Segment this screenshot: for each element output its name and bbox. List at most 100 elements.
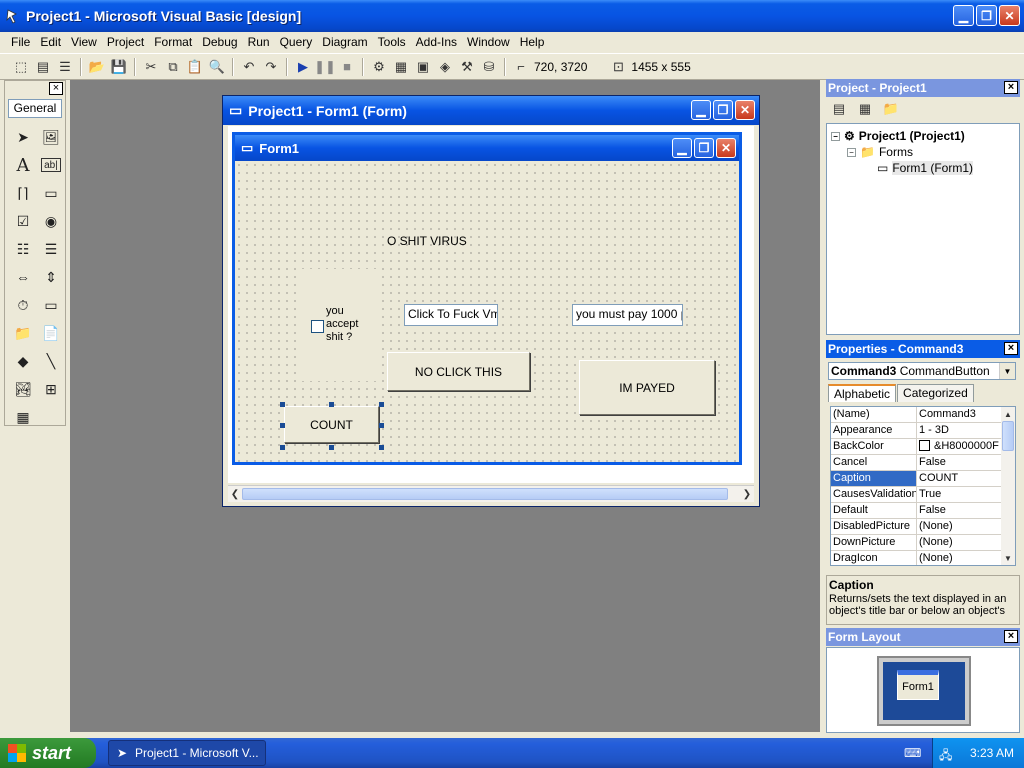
resize-handle[interactable] xyxy=(329,402,334,407)
menu-query[interactable]: Query xyxy=(275,35,318,49)
menu-window[interactable]: Window xyxy=(462,35,515,49)
project-explorer-icon[interactable]: ⚙ xyxy=(368,56,390,78)
scroll-down-icon[interactable]: ▼ xyxy=(1001,551,1015,565)
menu-tools[interactable]: Tools xyxy=(373,35,411,49)
object-selector[interactable]: Command3 CommandButton ▼ xyxy=(828,362,1016,380)
tree-project-node[interactable]: − ⚙ Project1 (Project1) xyxy=(831,128,1015,144)
undo-icon[interactable]: ↶ xyxy=(238,56,260,78)
open-project-icon[interactable]: 📂 xyxy=(86,56,108,78)
checkbox-container[interactable]: you accept shit ? xyxy=(302,269,378,381)
property-grid-scrollbar[interactable]: ▲ ▼ xyxy=(1001,407,1015,565)
find-icon[interactable]: 🔍 xyxy=(206,56,228,78)
add-project-icon[interactable]: ⬚ xyxy=(10,56,32,78)
property-row[interactable]: BackColor &H8000000F xyxy=(831,439,1015,455)
clock[interactable]: 3:23 AM xyxy=(970,746,1014,760)
tab-categorized[interactable]: Categorized xyxy=(897,384,974,402)
menu-debug[interactable]: Debug xyxy=(197,35,242,49)
menu-file[interactable]: File xyxy=(6,35,35,49)
designer-minimize-button[interactable]: ▁ xyxy=(691,100,711,120)
designer-close-button[interactable]: ✕ xyxy=(735,100,755,120)
form1-title-bar[interactable]: ▭ Form1 xyxy=(235,135,739,161)
resize-handle[interactable] xyxy=(379,445,384,450)
minimize-button[interactable]: ▁ xyxy=(953,5,974,26)
form-layout-close-button[interactable]: × xyxy=(1004,630,1018,643)
collapse-icon[interactable]: − xyxy=(831,131,840,141)
tree-forms-node[interactable]: − 📁 Forms xyxy=(831,144,1015,160)
virus-label[interactable]: O SHIT VIRUS xyxy=(387,234,467,248)
hscrollbar-tool-icon[interactable]: ⇔ xyxy=(9,263,37,291)
resize-handle[interactable] xyxy=(379,402,384,407)
scroll-up-icon[interactable]: ▲ xyxy=(1001,407,1015,421)
start-icon[interactable]: ▶ xyxy=(292,56,314,78)
form-layout-icon[interactable]: ▣ xyxy=(412,56,434,78)
property-row[interactable]: Default False xyxy=(831,503,1015,519)
shape-tool-icon[interactable]: ◆ xyxy=(9,347,37,375)
click-textbox[interactable]: Click To Fuck Vm xyxy=(404,304,498,326)
form-layout-panel-title[interactable]: Form Layout × xyxy=(826,628,1020,646)
timer-tool-icon[interactable]: ⏱ xyxy=(9,291,37,319)
form-close-button[interactable]: ✕ xyxy=(716,138,736,158)
object-browser-icon[interactable]: ◈ xyxy=(434,56,456,78)
maximize-button[interactable]: ❐ xyxy=(976,5,997,26)
menu-diagram[interactable]: Diagram xyxy=(317,35,372,49)
vscrollbar-tool-icon[interactable]: ⇕ xyxy=(37,263,65,291)
accept-checkbox[interactable] xyxy=(311,320,324,333)
listbox-tool-icon[interactable]: ☰ xyxy=(37,235,65,263)
toolbox-general-tab[interactable]: General xyxy=(8,99,62,118)
property-row[interactable]: DownPicture (None) xyxy=(831,535,1015,551)
properties-panel-close-button[interactable]: × xyxy=(1004,342,1018,355)
property-row[interactable]: DragIcon (None) xyxy=(831,551,1015,565)
break-icon[interactable]: ❚❚ xyxy=(314,56,336,78)
scroll-right-icon[interactable]: ❯ xyxy=(740,486,754,502)
tree-form1-node[interactable]: ▭ Form1 (Form1) xyxy=(831,160,1015,176)
collapse-icon[interactable]: − xyxy=(847,147,856,157)
menu-format[interactable]: Format xyxy=(149,35,197,49)
scroll-left-icon[interactable]: ❮ xyxy=(228,486,242,502)
network-icon[interactable]: 🖧 xyxy=(939,746,952,767)
resize-handle[interactable] xyxy=(280,423,285,428)
menu-help[interactable]: Help xyxy=(515,35,550,49)
properties-panel-title[interactable]: Properties - Command3 × xyxy=(826,340,1020,358)
main-title-bar[interactable]: Project1 - Microsoft Visual Basic [desig… xyxy=(0,0,1024,32)
property-row[interactable]: CausesValidation True xyxy=(831,487,1015,503)
view-object-icon[interactable]: ▦ xyxy=(854,99,876,119)
image-tool-icon[interactable]: 🏞 xyxy=(9,375,37,403)
close-button[interactable]: ✕ xyxy=(999,5,1020,26)
taskbar-vb-button[interactable]: ➤ Project1 - Microsoft V... xyxy=(108,740,266,766)
no-click-this-button[interactable]: NO CLICK THIS xyxy=(387,352,530,391)
filelistbox-tool-icon[interactable]: 📄 xyxy=(37,319,65,347)
data-tool-icon[interactable]: ⊞ xyxy=(37,375,65,403)
property-row-selected[interactable]: Caption COUNT xyxy=(831,471,1015,487)
property-row[interactable]: Cancel False xyxy=(831,455,1015,471)
keyboard-icon[interactable]: ⌨ xyxy=(904,746,921,760)
property-row[interactable]: DisabledPicture (None) xyxy=(831,519,1015,535)
project-panel-title[interactable]: Project - Project1 × xyxy=(826,79,1020,97)
end-icon[interactable]: ■ xyxy=(336,56,358,78)
frame-tool-icon[interactable]: ⌈⌉ xyxy=(9,179,37,207)
view-code-icon[interactable]: ▤ xyxy=(828,99,850,119)
menu-editor-icon[interactable]: ☰ xyxy=(54,56,76,78)
line-tool-icon[interactable]: ╲ xyxy=(37,347,65,375)
combobox-tool-icon[interactable]: ☷ xyxy=(9,235,37,263)
resize-handle[interactable] xyxy=(280,402,285,407)
form-design-grid[interactable]: O SHIT VIRUS you accept shit ? Click To … xyxy=(235,161,739,462)
data-view-icon[interactable]: ⛁ xyxy=(478,56,500,78)
designer-maximize-button[interactable]: ❐ xyxy=(713,100,733,120)
save-project-icon[interactable]: 💾 xyxy=(108,56,130,78)
form-layout-position-handle[interactable]: Form1 xyxy=(897,670,939,700)
checkbox-tool-icon[interactable]: ☑ xyxy=(9,207,37,235)
designer-horizontal-scrollbar[interactable]: ❮ ❯ xyxy=(228,485,754,502)
textbox-tool-icon[interactable]: ab| xyxy=(41,158,61,172)
resize-handle[interactable] xyxy=(379,423,384,428)
toolbox-close-button[interactable]: × xyxy=(49,82,63,95)
paste-icon[interactable]: 📋 xyxy=(184,56,206,78)
scroll-thumb[interactable] xyxy=(1002,421,1014,451)
chevron-down-icon[interactable]: ▼ xyxy=(999,363,1015,379)
pay-textbox[interactable]: you must pay 1000 pln xyxy=(572,304,683,326)
count-button[interactable]: COUNT xyxy=(284,406,379,443)
scroll-thumb[interactable] xyxy=(242,488,728,500)
commandbutton-tool-icon[interactable]: ▭ xyxy=(37,179,65,207)
ole-tool-icon[interactable]: ▦ xyxy=(9,403,37,431)
optionbutton-tool-icon[interactable]: ◉ xyxy=(37,207,65,235)
form-minimize-button[interactable]: ▁ xyxy=(672,138,692,158)
